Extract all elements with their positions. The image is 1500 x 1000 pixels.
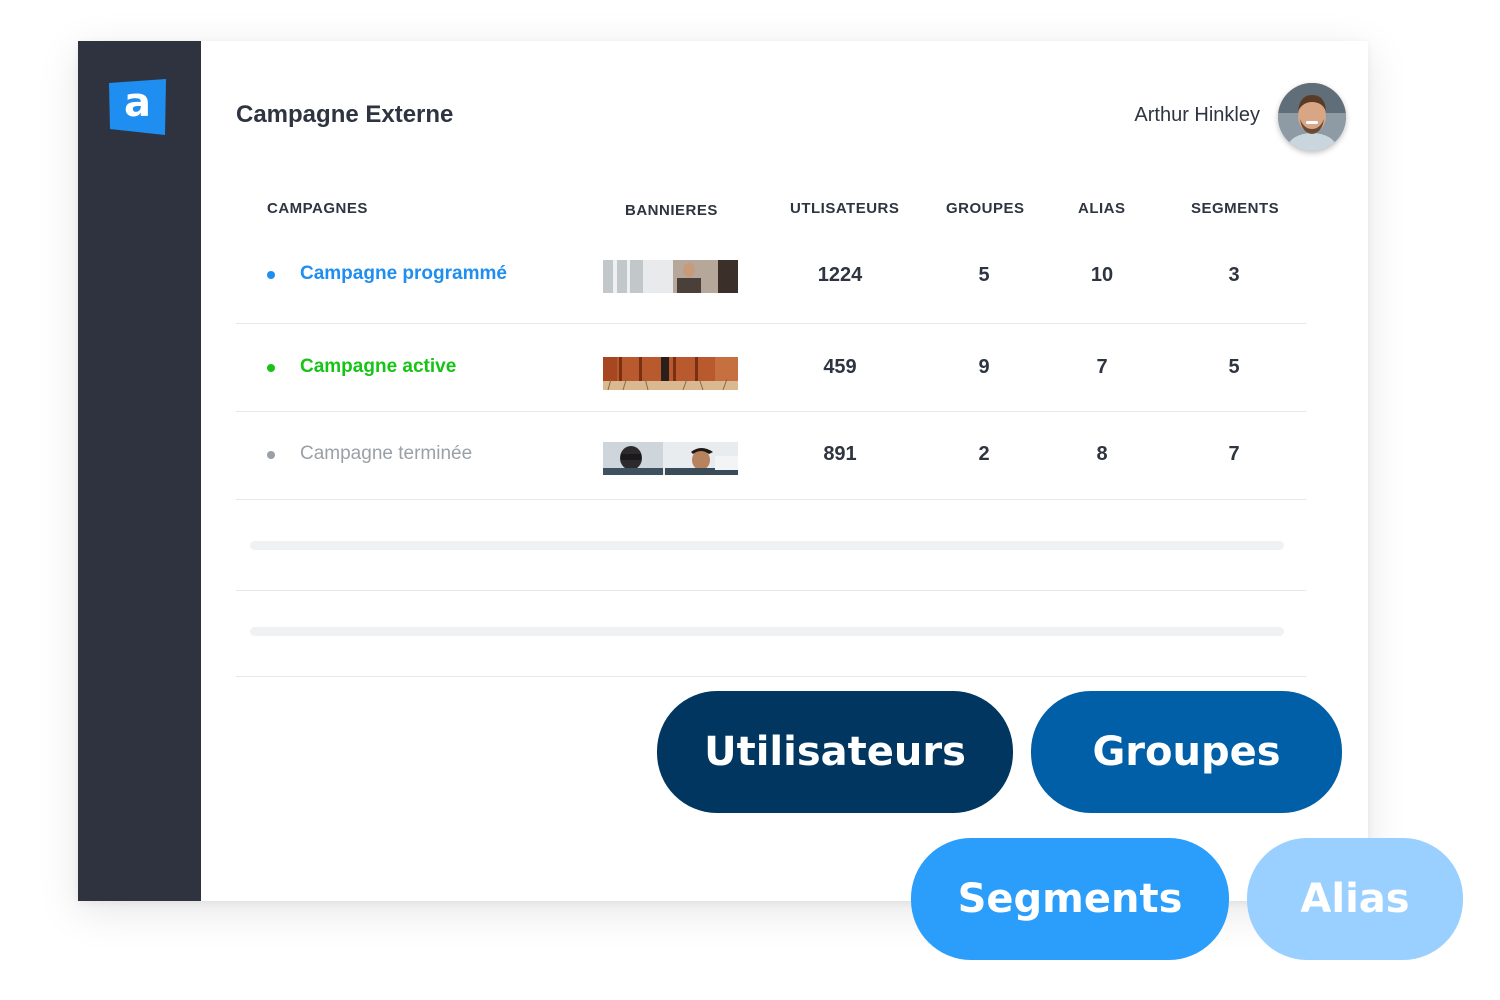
column-header-groupes[interactable]: GROUPES: [946, 200, 1025, 217]
groupes-count: 2: [978, 443, 990, 465]
page-title: Campagne Externe: [236, 101, 454, 128]
utilisateurs-count: 891: [823, 443, 857, 465]
status-dot: [267, 451, 275, 459]
campaign-name[interactable]: Campagne programmé: [300, 263, 507, 285]
user-photo-icon: [1278, 83, 1346, 151]
banner-thumbnail[interactable]: [603, 442, 738, 475]
alias-count: 10: [1090, 264, 1114, 286]
tag-groupes[interactable]: Groupes: [1031, 691, 1342, 813]
column-header-alias[interactable]: ALIAS: [1078, 200, 1126, 217]
row-divider: [236, 590, 1306, 591]
groupes-count: 5: [978, 264, 990, 286]
utilisateurs-count: 459: [823, 356, 857, 378]
avatar[interactable]: [1278, 83, 1346, 151]
tag-alias[interactable]: Alias: [1247, 838, 1463, 960]
banner-image-office-icon: [603, 260, 738, 293]
table-row[interactable]: Campagne terminée 891 2 8 7: [236, 412, 1306, 500]
row-divider: [236, 676, 1306, 677]
skeleton-placeholder: [250, 541, 1284, 550]
app-logo[interactable]: a: [109, 79, 166, 135]
table-row[interactable]: Campagne programmé 1224 5 10 3: [236, 236, 1306, 324]
segments-count: 3: [1228, 264, 1240, 286]
column-header-utilisateurs[interactable]: UTLISATEURS: [790, 200, 899, 217]
alias-count: 8: [1096, 443, 1108, 465]
tag-utilisateurs[interactable]: Utilisateurs: [657, 691, 1013, 813]
banner-thumbnail[interactable]: [603, 357, 738, 390]
tag-segments[interactable]: Segments: [911, 838, 1229, 960]
status-dot: [267, 364, 275, 372]
table-row[interactable]: Campagne active 459 9 7 5: [236, 324, 1306, 412]
alias-count: 7: [1096, 356, 1108, 378]
sidebar: a: [78, 41, 201, 901]
status-dot: [267, 271, 275, 279]
logo-letter: a: [124, 80, 151, 126]
banner-image-building-icon: [603, 357, 738, 390]
user-name[interactable]: Arthur Hinkley: [1134, 104, 1260, 127]
banner-image-people-icon: [603, 442, 738, 475]
column-header-bannieres[interactable]: BANNIERES: [625, 202, 718, 219]
skeleton-placeholder: [250, 627, 1284, 636]
groupes-count: 9: [978, 356, 990, 378]
column-header-segments[interactable]: SEGMENTS: [1191, 200, 1279, 217]
utilisateurs-count: 1224: [817, 264, 863, 286]
segments-count: 7: [1228, 443, 1240, 465]
campaign-name[interactable]: Campagne terminée: [300, 443, 472, 465]
column-header-campagnes[interactable]: CAMPAGNES: [267, 200, 368, 217]
banner-thumbnail[interactable]: [603, 260, 738, 293]
segments-count: 5: [1228, 356, 1240, 378]
campaign-name[interactable]: Campagne active: [300, 356, 456, 378]
